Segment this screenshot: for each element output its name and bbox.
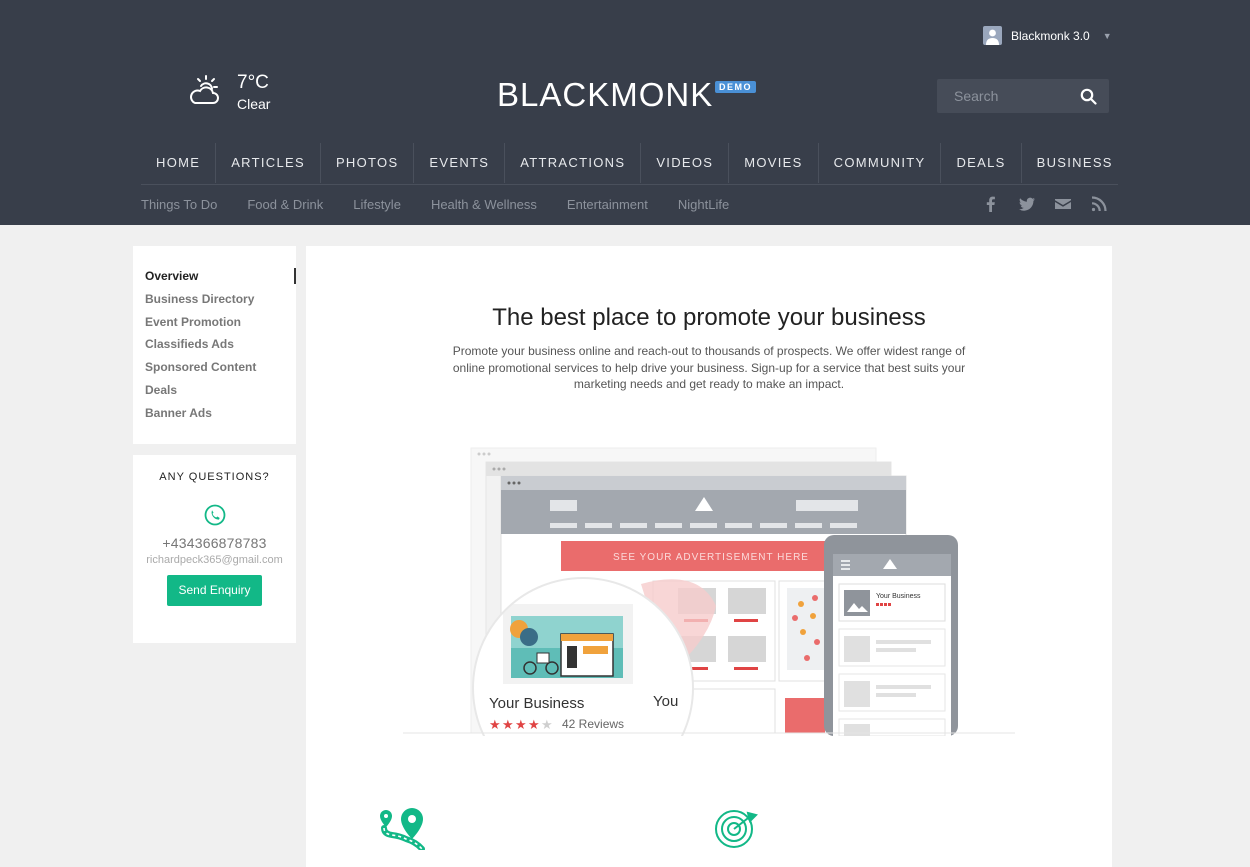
- contact-email[interactable]: richardpeck365@gmail.com: [133, 554, 296, 566]
- nav-divider: [141, 184, 1118, 185]
- nav-item-business[interactable]: BUSINESS: [1020, 143, 1128, 183]
- subnav-item-entertainment[interactable]: Entertainment: [567, 197, 648, 212]
- map-pin-route-icon: [378, 806, 438, 855]
- questions-title: ANY QUESTIONS?: [159, 471, 270, 483]
- subnav-item-nightlife[interactable]: NightLife: [678, 197, 729, 212]
- user-avatar-icon: [983, 26, 1002, 45]
- sidebar-item-deals[interactable]: Deals: [145, 383, 296, 406]
- sub-nav: Things To Do Food & Drink Lifestyle Heal…: [141, 197, 729, 212]
- nav-item-photos[interactable]: PHOTOS: [319, 143, 413, 183]
- nav-item-videos[interactable]: VIDEOS: [640, 143, 728, 183]
- sidebar-item-overview[interactable]: Overview: [145, 269, 296, 292]
- nav-item-articles[interactable]: ARTICLES: [215, 143, 320, 183]
- nav-item-community[interactable]: COMMUNITY: [817, 143, 941, 183]
- email-icon[interactable]: [1054, 195, 1072, 218]
- subnav-item-food-drink[interactable]: Food & Drink: [247, 197, 323, 212]
- rating-star-icon: ★: [515, 718, 527, 733]
- social-links: [982, 195, 1108, 218]
- sidebar-menu: Overview Business Directory Event Promot…: [133, 246, 296, 444]
- search-input[interactable]: [937, 79, 1073, 113]
- questions-box: ANY QUESTIONS? +434366878783 richardpeck…: [133, 455, 296, 643]
- rating-star-icon: ★: [489, 718, 501, 733]
- active-indicator: [294, 268, 296, 284]
- sidebar-item-event-promotion[interactable]: Event Promotion: [145, 315, 296, 338]
- partly-cloudy-icon: [187, 72, 223, 113]
- page-title: The best place to promote your business: [492, 304, 926, 331]
- contact-phone[interactable]: +434366878783: [133, 535, 296, 551]
- demo-badge: DEMO: [715, 81, 756, 93]
- nav-item-events[interactable]: EVENTS: [413, 143, 504, 183]
- twitter-icon[interactable]: [1018, 195, 1036, 218]
- chevron-down-icon: ▼: [1102, 30, 1112, 41]
- user-menu[interactable]: Blackmonk 3.0 ▼: [983, 26, 1112, 45]
- logo-text: BLACKMONK: [497, 76, 714, 113]
- target-icon: [714, 809, 760, 854]
- sidebar-item-classifieds-ads[interactable]: Classifieds Ads: [145, 337, 296, 360]
- subnav-item-health-wellness[interactable]: Health & Wellness: [431, 197, 537, 212]
- nav-item-deals[interactable]: DEALS: [940, 143, 1020, 183]
- subnav-item-things-to-do[interactable]: Things To Do: [141, 197, 217, 212]
- rating-star-icon: ★: [541, 718, 553, 733]
- send-enquiry-button[interactable]: Send Enquiry: [167, 575, 262, 606]
- nav-item-attractions[interactable]: ATTRACTIONS: [504, 143, 640, 183]
- facebook-icon[interactable]: [982, 195, 1000, 218]
- site-logo[interactable]: BLACKMONK DEMO: [497, 76, 756, 113]
- featured-business-name: Your Business: [489, 695, 584, 712]
- site-header: Blackmonk 3.0 ▼ 7°C Clear BLACKMONK DEMO…: [0, 0, 1250, 225]
- weather-temperature: 7°C: [237, 72, 269, 93]
- user-name: Blackmonk 3.0: [1011, 28, 1090, 43]
- search-icon[interactable]: [1080, 88, 1097, 110]
- promo-illustration: SEE YOUR ADVERTISEMENT HERE Your Busines…: [403, 447, 1015, 736]
- sidebar-item-business-directory[interactable]: Business Directory: [145, 292, 296, 315]
- nav-item-movies[interactable]: MOVIES: [728, 143, 817, 183]
- main-content: The best place to promote your business …: [306, 246, 1112, 867]
- cut-business-name: You: [653, 693, 678, 710]
- rating-star-icon: ★: [502, 718, 514, 733]
- sidebar-item-banner-ads[interactable]: Banner Ads: [145, 406, 296, 429]
- sidebar-item-sponsored-content[interactable]: Sponsored Content: [145, 360, 296, 383]
- main-nav: HOME ARTICLES PHOTOS EVENTS ATTRACTIONS …: [141, 143, 1128, 183]
- reviews-count: 42 Reviews: [562, 717, 624, 731]
- phone-icon: [204, 504, 226, 526]
- page-description: Promote your business online and reach-o…: [452, 344, 966, 391]
- ad-banner-text: SEE YOUR ADVERTISEMENT HERE: [613, 552, 809, 563]
- rss-icon[interactable]: [1090, 195, 1108, 218]
- search-box: [937, 79, 1109, 113]
- weather-widget: 7°C Clear: [187, 72, 270, 113]
- nav-item-home[interactable]: HOME: [141, 143, 215, 183]
- rating-star-icon: ★: [528, 718, 540, 733]
- mobile-business-name: Your Business: [876, 593, 921, 600]
- weather-condition: Clear: [237, 96, 271, 112]
- subnav-item-lifestyle[interactable]: Lifestyle: [353, 197, 401, 212]
